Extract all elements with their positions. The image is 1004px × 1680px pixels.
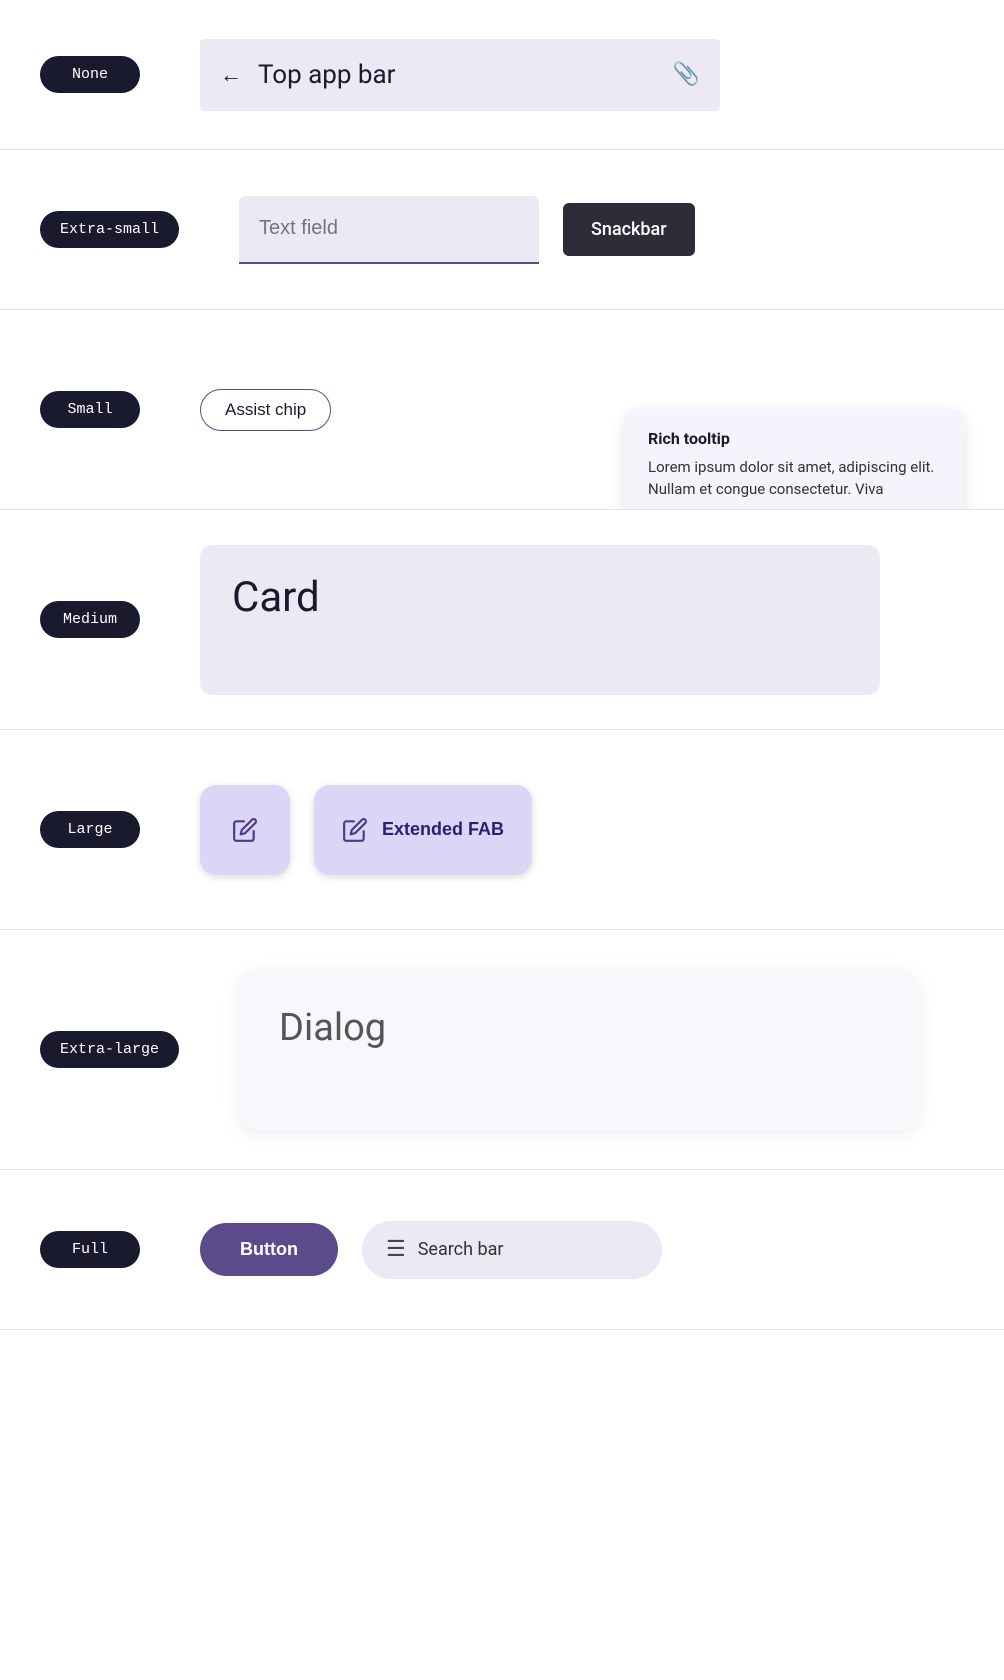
row-extralarge: Extra-large Dialog (0, 930, 1004, 1170)
badge-small: Small (40, 391, 140, 428)
badge-none: None (40, 56, 140, 93)
search-bar[interactable]: ☰ Search bar (362, 1221, 662, 1279)
edit-icon (232, 817, 258, 843)
assist-chip-button[interactable]: Assist chip (200, 389, 331, 431)
badge-medium: Medium (40, 601, 140, 638)
content-small: Assist chip Rich tooltip Lorem ipsum dol… (140, 389, 964, 431)
badge-extralarge: Extra-large (40, 1031, 179, 1068)
card-title: Card (232, 573, 320, 622)
rich-tooltip-title: Rich tooltip (648, 429, 940, 448)
dialog[interactable]: Dialog (239, 970, 919, 1130)
content-large: Extended FAB (140, 785, 964, 875)
content-medium: Card (140, 545, 964, 695)
badge-full: Full (40, 1231, 140, 1268)
search-bar-label: Search bar (418, 1239, 504, 1260)
dialog-title: Dialog (279, 1006, 386, 1050)
row-small: Small Assist chip Rich tooltip Lorem ips… (0, 310, 1004, 510)
content-none: ← Top app bar 📎 (140, 39, 964, 111)
back-icon[interactable]: ← (220, 62, 242, 88)
extended-fab-edit-icon (342, 817, 368, 843)
content-extrasmall: Snackbar (179, 196, 964, 264)
extended-fab-button[interactable]: Extended FAB (314, 785, 532, 875)
card[interactable]: Card (200, 545, 880, 695)
row-large: Large Extended FAB (0, 730, 1004, 930)
rich-tooltip: Rich tooltip Lorem ipsum dolor sit amet,… (624, 409, 964, 511)
content-full: Button ☰ Search bar (140, 1221, 964, 1279)
attach-icon[interactable]: 📎 (673, 62, 700, 87)
row-none: None ← Top app bar 📎 (0, 0, 1004, 150)
fab-button[interactable] (200, 785, 290, 875)
top-app-bar-title: Top app bar (258, 60, 673, 90)
menu-icon[interactable]: ☰ (386, 1237, 406, 1262)
badge-large: Large (40, 811, 140, 848)
rich-tooltip-body: Lorem ipsum dolor sit amet, adipiscing e… (648, 456, 940, 501)
extended-fab-label: Extended FAB (382, 819, 504, 840)
snackbar: Snackbar (563, 203, 695, 256)
row-full: Full Button ☰ Search bar (0, 1170, 1004, 1330)
content-extralarge: Dialog (179, 970, 964, 1130)
badge-extrasmall: Extra-small (40, 211, 179, 248)
text-field-input[interactable] (239, 196, 539, 264)
filled-button[interactable]: Button (200, 1223, 338, 1276)
row-extrasmall: Extra-small Snackbar (0, 150, 1004, 310)
row-medium: Medium Card (0, 510, 1004, 730)
top-app-bar: ← Top app bar 📎 (200, 39, 720, 111)
